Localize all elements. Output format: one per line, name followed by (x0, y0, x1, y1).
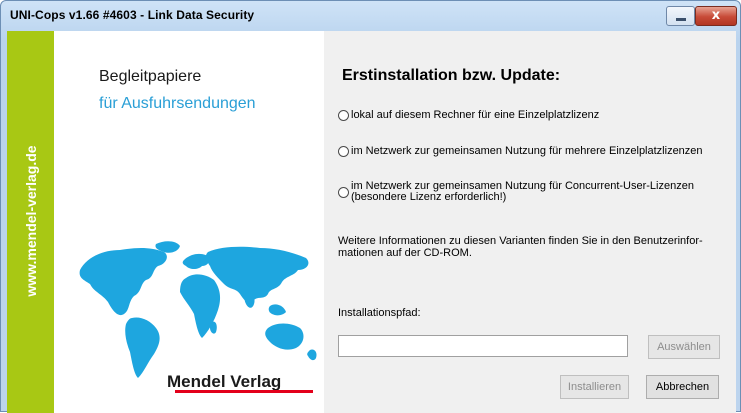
close-button[interactable]: x (695, 6, 737, 26)
browse-button[interactable]: Auswählen (648, 335, 720, 359)
radio-option-local[interactable]: lokal auf diesem Rechner für eine Einzel… (338, 109, 599, 121)
radio-option-network-single[interactable]: im Netzwerk zur gemeinsamen Nutzung für … (338, 145, 703, 157)
website-url: www.mendel-verlag.de (23, 145, 39, 297)
radio-button[interactable] (338, 187, 349, 198)
publisher-logo-text: Mendel Verlag (167, 372, 282, 391)
radio-button[interactable] (338, 110, 349, 121)
publisher-underline (175, 390, 313, 393)
brand-subtitle: für Ausfuhrsendungen (99, 95, 256, 112)
minimize-button[interactable] (666, 6, 695, 26)
install-heading: Erstinstallation bzw. Update: (342, 67, 561, 84)
radio-label-block: im Netzwerk zur gemeinsamen Nutzung für … (351, 181, 694, 203)
green-side-strip: www.mendel-verlag.de (7, 31, 54, 413)
close-icon: x (711, 8, 721, 23)
install-options-panel: Erstinstallation bzw. Update: lokal auf … (324, 31, 736, 413)
info-text: Weitere Informationen zu diesen Variante… (338, 235, 728, 259)
brand-title: Begleitpapiere (99, 68, 202, 85)
dialog-client-area: www.mendel-verlag.de Begleitpapiere für … (7, 31, 736, 413)
radio-label-note: (besondere Lizenz erforderlich!) (351, 191, 507, 203)
window-title: UNI-Cops v1.66 #4603 - Link Data Securit… (10, 8, 255, 22)
radio-label: lokal auf diesem Rechner für eine Einzel… (351, 109, 600, 121)
radio-button[interactable] (338, 146, 349, 157)
info-line: mationen auf der CD-ROM. (338, 247, 472, 259)
install-button[interactable]: Installieren (560, 375, 629, 399)
radio-label: im Netzwerk zur gemeinsamen Nutzung für … (351, 145, 703, 157)
install-path-input[interactable] (338, 335, 628, 357)
cancel-button[interactable]: Abbrechen (646, 375, 719, 399)
install-path-label: Installationspfad: (338, 307, 421, 319)
info-line: Weitere Informationen zu diesen Variante… (338, 235, 703, 247)
installer-window: UNI-Cops v1.66 #4603 - Link Data Securit… (0, 0, 741, 413)
world-map-icon (79, 241, 317, 378)
minimize-icon (676, 18, 686, 21)
title-bar[interactable]: UNI-Cops v1.66 #4603 - Link Data Securit… (1, 1, 740, 31)
branding-panel: www.mendel-verlag.de Begleitpapiere für … (7, 31, 324, 413)
radio-option-network-concurrent[interactable]: im Netzwerk zur gemeinsamen Nutzung für … (338, 181, 694, 203)
